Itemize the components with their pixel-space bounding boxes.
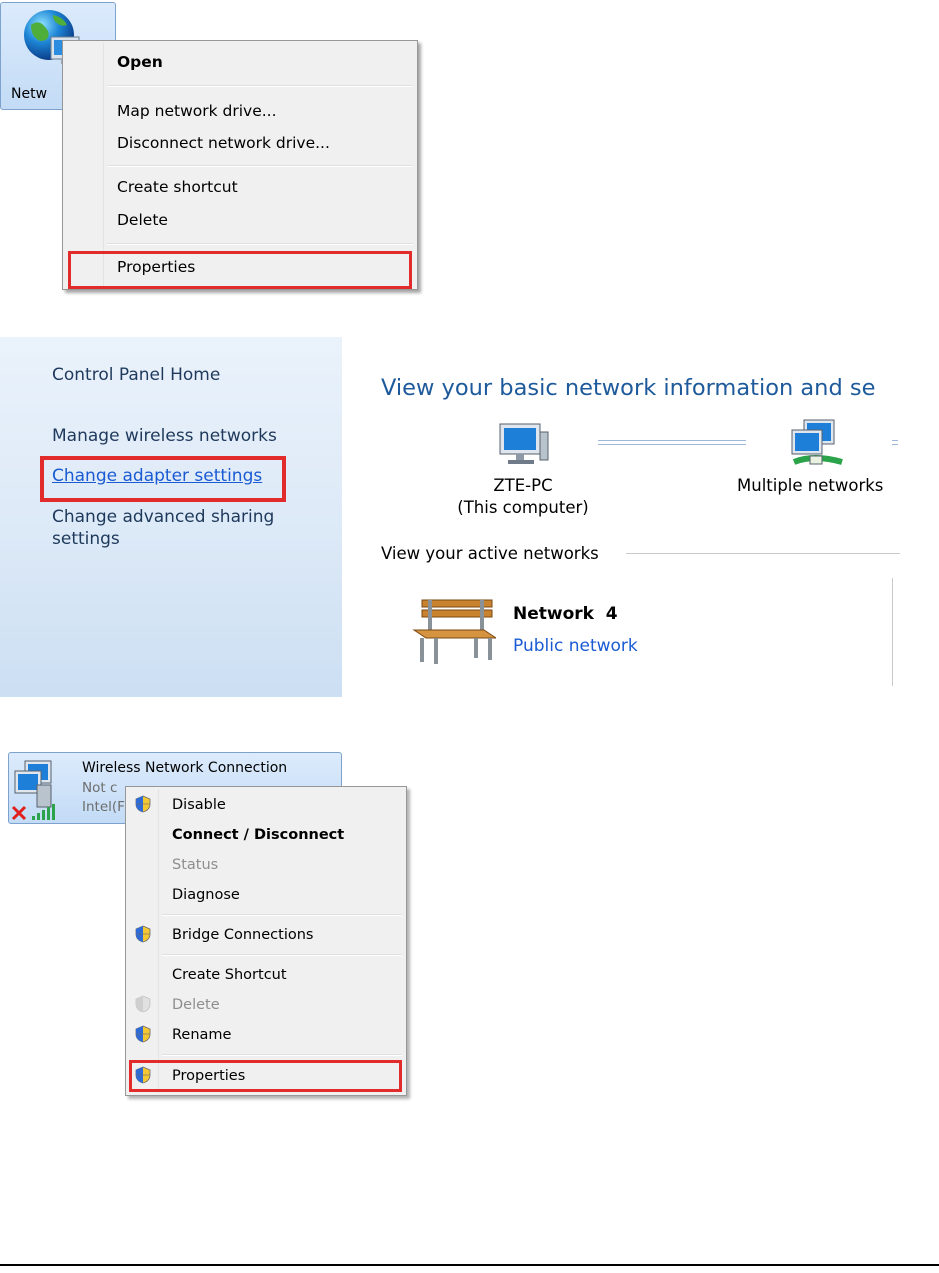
vertical-divider: [892, 578, 893, 686]
menu-item-map-network-drive[interactable]: Map network drive...: [117, 101, 277, 121]
menu-item-bridge-connections[interactable]: Bridge Connections: [172, 926, 313, 944]
menu-separator: [107, 85, 413, 87]
uac-shield-icon: [135, 795, 151, 813]
sidebar-item-manage-wireless[interactable]: Manage wireless networks: [52, 425, 277, 447]
network-name: Network 4: [513, 604, 618, 624]
network-type-link[interactable]: Public network: [513, 636, 638, 656]
properties-highlight-box-2: [129, 1060, 402, 1092]
uac-shield-icon: [135, 925, 151, 943]
network-icon-label: Netw: [11, 86, 48, 102]
menu-item-disconnect-network-drive[interactable]: Disconnect network drive...: [117, 133, 330, 153]
menu-item-diagnose[interactable]: Diagnose: [172, 886, 240, 904]
sidebar-item-advanced-sharing[interactable]: Change advanced sharing: [52, 506, 274, 528]
multiple-networks-label[interactable]: Multiple networks: [737, 476, 883, 495]
connection-line: [598, 440, 746, 445]
uac-shield-icon: [135, 1025, 151, 1043]
adapter-context-menu: Disable Connect / Disconnect Status Diag…: [125, 786, 407, 1096]
page-bottom-rule: [0, 1264, 939, 1266]
uac-shield-disabled-icon: [135, 995, 151, 1013]
computer-name: ZTE-PC: [493, 476, 553, 495]
computer-subtitle: (This computer): [457, 498, 589, 517]
adapter-device: Intel(F: [82, 799, 125, 815]
menu-item-delete[interactable]: Delete: [117, 210, 168, 230]
menu-item-open[interactable]: Open: [117, 52, 163, 72]
sidebar-item-control-panel-home[interactable]: Control Panel Home: [52, 364, 220, 386]
active-networks-divider: [626, 553, 900, 554]
menu-separator: [107, 243, 413, 245]
menu-item-create-shortcut[interactable]: Create Shortcut: [172, 966, 287, 984]
signal-bars-icon: [32, 804, 55, 820]
menu-item-rename[interactable]: Rename: [172, 1026, 231, 1044]
menu-separator: [162, 914, 402, 916]
menu-gutter: [158, 789, 159, 1093]
sidebar-item-advanced-sharing-cont[interactable]: settings: [52, 528, 120, 550]
disconnected-x-icon: [11, 805, 27, 821]
page-title: View your basic network information and …: [381, 375, 876, 401]
adapter-status: Not c: [82, 780, 118, 796]
change-adapter-highlight-box: [40, 456, 286, 502]
properties-highlight-box: [68, 251, 412, 289]
menu-separator: [162, 954, 402, 956]
park-bench-icon: [412, 599, 496, 664]
menu-item-connect-disconnect[interactable]: Connect / Disconnect: [172, 826, 344, 844]
connection-line-2: [892, 440, 898, 445]
menu-item-delete: Delete: [172, 997, 220, 1013]
menu-item-disable[interactable]: Disable: [172, 796, 226, 814]
menu-separator: [107, 165, 413, 167]
menu-item-status: Status: [172, 857, 219, 873]
multiple-networks-icon: [791, 419, 843, 465]
menu-item-create-shortcut[interactable]: Create shortcut: [117, 177, 238, 197]
computer-icon: [499, 423, 549, 464]
menu-separator: [162, 1054, 402, 1056]
adapter-name: Wireless Network Connection: [82, 760, 288, 776]
active-networks-header: View your active networks: [381, 544, 599, 563]
